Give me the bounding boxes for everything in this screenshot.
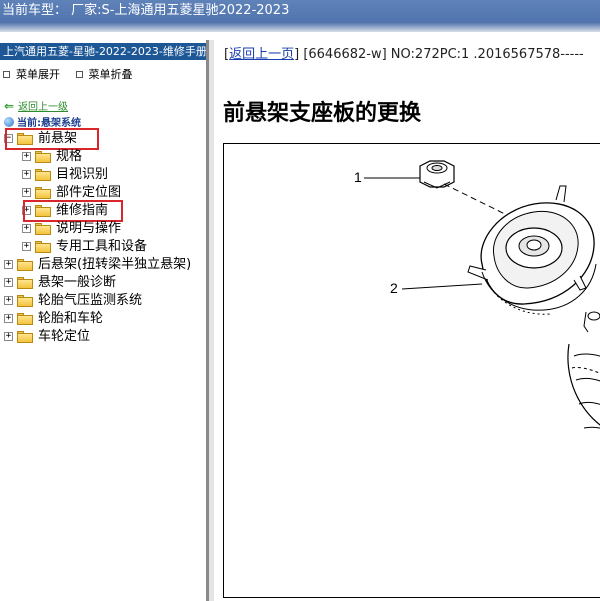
tree-item-label: 轮胎和车轮	[38, 311, 104, 326]
window-title-prefix: 当前车型：	[2, 3, 68, 18]
expand-icon	[3, 71, 10, 78]
callout-2-label: 2	[390, 280, 398, 296]
expand-node-icon[interactable]: +	[22, 224, 31, 233]
tree-item[interactable]: + 车轮定位	[4, 328, 204, 346]
sidebar: 上汽通用五菱-星驰-2022-2023-维修手册 菜单展开 菜单折叠 ⇐ 返回上一…	[0, 40, 206, 601]
current-path: 当前:悬架系统	[4, 114, 81, 129]
folder-icon	[17, 277, 33, 289]
tree-item[interactable]: + 规格	[22, 148, 204, 166]
window-title-bar: 当前车型： 厂家:S-上海通用五菱星驰2022-2023	[0, 0, 600, 32]
expand-node-icon[interactable]: +	[4, 296, 13, 305]
tree-item[interactable]: + 悬架一般诊断	[4, 274, 204, 292]
folder-icon	[35, 223, 51, 235]
illustration-figure: 1 2	[223, 143, 600, 598]
page-title: 前悬架支座板的更换	[223, 101, 422, 126]
back-page-link[interactable]: 返回上一页	[229, 47, 294, 62]
nut-part	[419, 160, 455, 189]
tree-item-label: 轮胎气压监测系统	[38, 293, 143, 308]
highlight-box	[5, 128, 99, 150]
tree-item-label: 规格	[56, 149, 83, 164]
back-up-level-link[interactable]: ⇐ 返回上一级	[4, 98, 68, 113]
expand-node-icon[interactable]: +	[4, 260, 13, 269]
tree-item[interactable]: + 专用工具和设备	[22, 238, 204, 256]
menu-collapse-button[interactable]: 菜单折叠	[75, 68, 133, 81]
tree-item[interactable]: + 轮胎和车轮	[4, 310, 204, 328]
document-info: [6646682-w] NO:272PC:1 .2016567578-----	[303, 47, 584, 62]
tree-item-label: 目视识别	[56, 167, 109, 182]
menu-expand-button[interactable]: 菜单展开	[3, 68, 60, 81]
tree-item-label: 后悬架(扭转梁半独立悬架)	[38, 257, 192, 272]
expand-node-icon[interactable]: +	[22, 170, 31, 179]
tree-item[interactable]: + 目视识别	[22, 166, 204, 184]
expand-node-icon[interactable]: +	[22, 152, 31, 161]
expand-node-icon[interactable]: +	[4, 332, 13, 341]
folder-icon	[17, 313, 33, 325]
folder-icon	[35, 241, 51, 253]
strut-mount-plate	[467, 185, 597, 315]
strut-spring-partial	[567, 311, 600, 429]
expand-node-icon[interactable]: +	[22, 188, 31, 197]
expand-node-icon[interactable]: +	[4, 314, 13, 323]
sidebar-menu-row: 菜单展开 菜单折叠	[3, 66, 145, 82]
callout-1-label: 1	[354, 169, 362, 185]
tree-item-label: 车轮定位	[38, 329, 91, 344]
expand-node-icon[interactable]: +	[22, 242, 31, 251]
folder-icon	[35, 151, 51, 163]
title-bar-gradient	[0, 22, 600, 32]
collapse-icon	[75, 71, 83, 78]
tree-item-label: 专用工具和设备	[56, 239, 148, 254]
tree-item-label: 说明与操作	[56, 221, 122, 236]
folder-icon	[17, 259, 33, 271]
sidebar-manual-title: 上汽通用五菱-星驰-2022-2023-维修手册	[0, 43, 206, 60]
strut-mount-illustration: 1 2	[354, 160, 600, 429]
globe-icon	[4, 117, 14, 127]
tree-item[interactable]: + 轮胎气压监测系统	[4, 292, 204, 310]
content-pane: [返回上一页] [6646682-w] NO:272PC:1 .20165675…	[214, 40, 600, 601]
folder-icon	[17, 331, 33, 343]
tree-item[interactable]: + 后悬架(扭转梁半独立悬架)	[4, 256, 204, 274]
tree-item-label: 悬架一般诊断	[38, 275, 117, 290]
window-title-maker: 厂家:S-上海通用五菱星驰2022-2023	[71, 3, 290, 18]
highlight-box	[23, 200, 123, 222]
folder-icon	[17, 295, 33, 307]
folder-icon	[35, 169, 51, 181]
content-header-line: [返回上一页] [6646682-w] NO:272PC:1 .20165675…	[224, 47, 584, 62]
back-arrow-icon: ⇐	[4, 99, 15, 113]
tree-item[interactable]: + 说明与操作	[22, 220, 204, 238]
folder-icon	[35, 187, 51, 199]
expand-node-icon[interactable]: +	[4, 278, 13, 287]
